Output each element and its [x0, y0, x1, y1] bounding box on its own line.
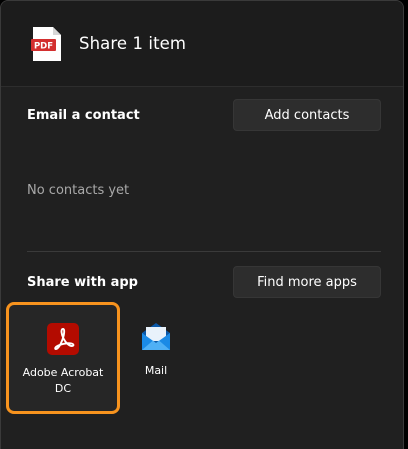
email-contact-label: Email a contact	[27, 108, 140, 123]
no-contacts-text: No contacts yet	[27, 183, 130, 198]
app-label-adobe-acrobat: Adobe Acrobat DC	[22, 366, 104, 395]
pdf-badge-text: PDF	[34, 42, 53, 52]
find-more-apps-button[interactable]: Find more apps	[233, 266, 381, 298]
add-contacts-button[interactable]: Add contacts	[233, 99, 381, 131]
adobe-acrobat-icon	[47, 323, 79, 355]
section-divider	[27, 251, 381, 252]
mail-icon	[142, 323, 170, 350]
pdf-file-icon: PDF	[31, 27, 61, 61]
share-with-app-label: Share with app	[27, 275, 138, 290]
share-header: PDF Share 1 item	[1, 1, 403, 87]
dialog-title: Share 1 item	[79, 34, 187, 53]
app-tile-adobe-acrobat[interactable]: Adobe Acrobat DC	[6, 302, 120, 414]
app-tile-mail[interactable]: Mail	[123, 302, 189, 414]
app-label-mail: Mail	[144, 364, 168, 377]
share-dialog: PDF Share 1 item Email a contact Add con…	[0, 0, 404, 449]
